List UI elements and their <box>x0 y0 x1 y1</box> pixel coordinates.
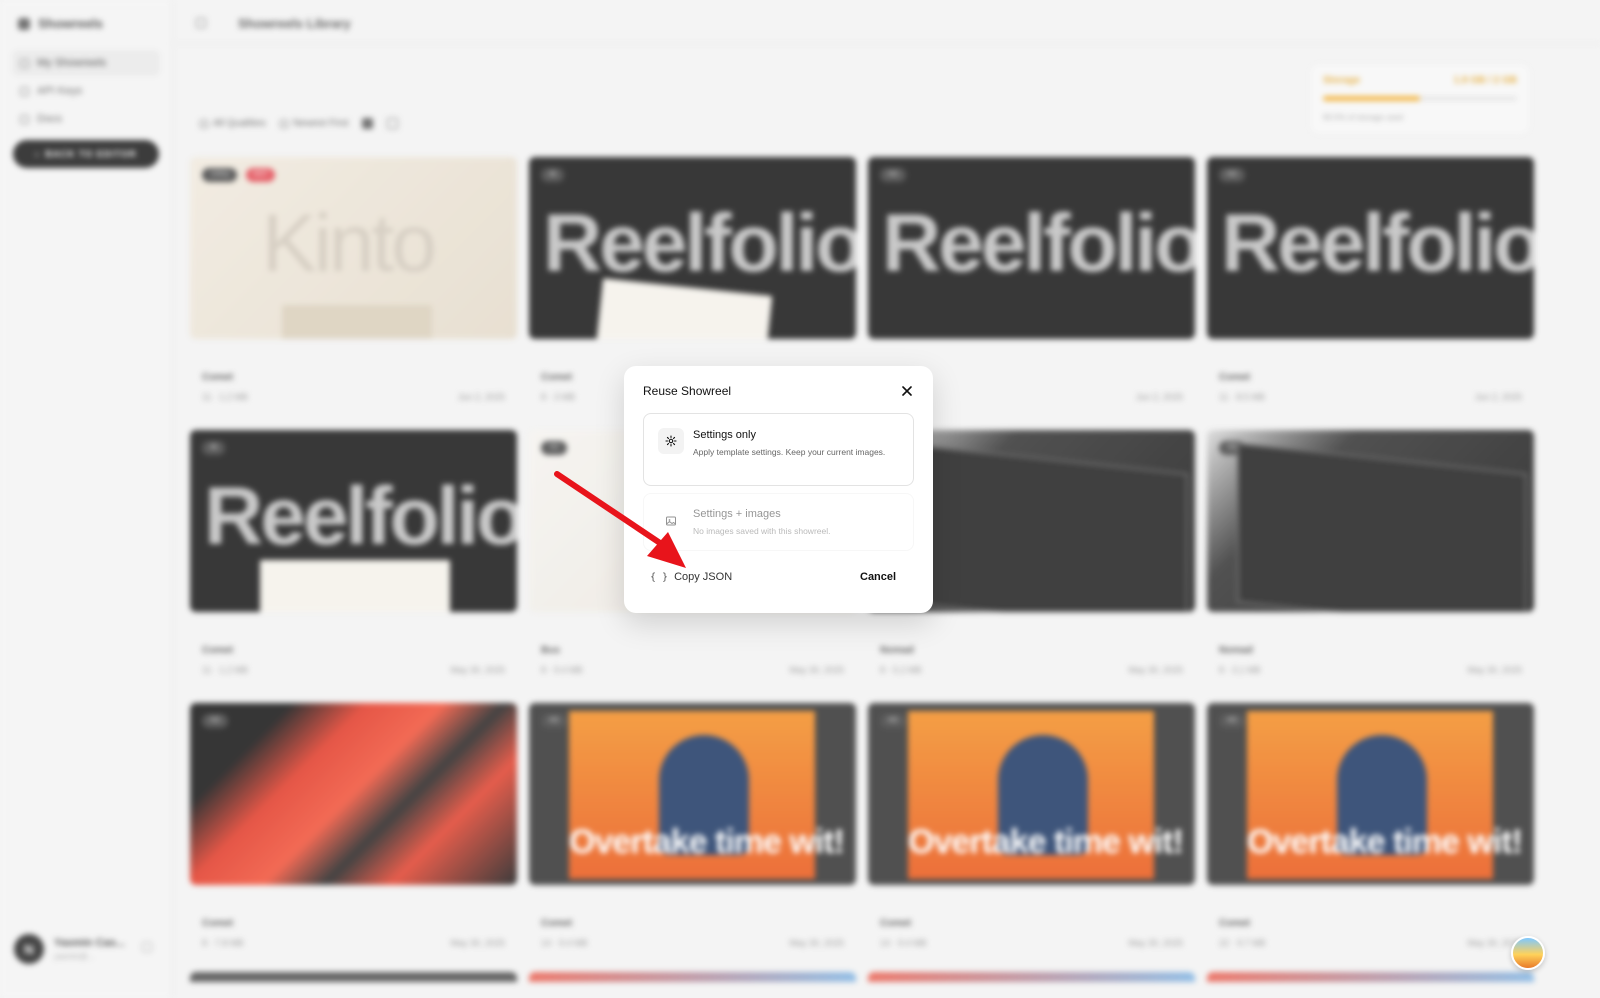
copy-json-label: Copy JSON <box>674 571 733 583</box>
option-description: Apply template settings. Keep your curre… <box>693 447 886 457</box>
option-title: Settings + images <box>693 508 781 520</box>
option-description: No images saved with this showreel. <box>693 526 831 536</box>
modal-title: Reuse Showreel <box>643 384 732 398</box>
option-title: Settings only <box>693 429 756 441</box>
reuse-showreel-modal: Reuse Showreel Settings only Apply templ… <box>624 366 933 613</box>
braces-icon: { } <box>650 571 669 583</box>
image-icon <box>658 508 684 534</box>
copy-json-button[interactable]: { } Copy JSON <box>650 571 732 583</box>
cancel-button[interactable]: Cancel <box>860 571 896 583</box>
close-icon[interactable] <box>897 381 917 401</box>
settings-only-option[interactable]: Settings only Apply template settings. K… <box>643 413 914 486</box>
settings-images-option: Settings + images No images saved with t… <box>643 493 914 551</box>
helper-widget-icon[interactable] <box>1511 936 1545 970</box>
gear-icon <box>658 428 684 454</box>
